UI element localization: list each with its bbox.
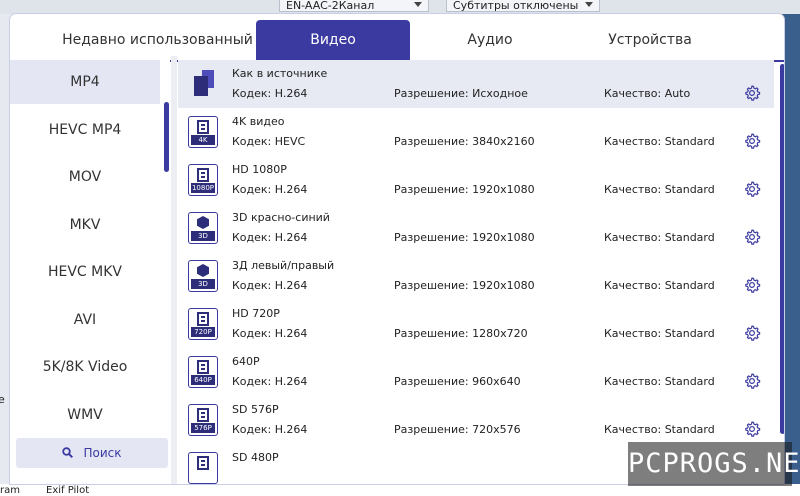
gear-icon[interactable] (743, 276, 761, 294)
chevron-down-icon (585, 2, 593, 7)
watermark: PCPROGS.NET (628, 442, 800, 486)
tab-video[interactable]: Видео (256, 20, 410, 60)
preset-row[interactable]: 4K 4K видео Кодек: HEVC Разрешение: 3840… (178, 108, 774, 156)
format-item-mp4[interactable]: MP4 (10, 60, 160, 104)
format-dialog: Недавно использованный Видео Аудио Устро… (10, 14, 784, 484)
gear-icon[interactable] (743, 228, 761, 246)
format-list: MP4 HEVC MP4 MOV MKV HEVC MKV AVI 5K/8K … (10, 56, 170, 484)
preset-row[interactable]: 3D 3Д левый/правый Кодек: H.264 Разрешен… (178, 252, 774, 300)
chevron-down-icon (414, 2, 422, 7)
background-toolbar: EN-AAC-2Канал Субтитры отключены (0, 0, 800, 14)
search-button[interactable]: Поиск (16, 438, 168, 468)
format-item-hevc-mp4[interactable]: HEVC MP4 (10, 108, 160, 152)
gear-icon[interactable] (743, 132, 761, 150)
cube-icon: 3D (188, 260, 218, 292)
preset-row[interactable]: 720P HD 720P Кодек: H.264 Разрешение: 12… (178, 300, 774, 348)
film-icon: 720P (188, 308, 218, 340)
preset-list-scrollbar[interactable] (780, 64, 784, 434)
film-icon: 4K (188, 116, 218, 148)
format-item-wmv[interactable]: WMV (10, 393, 160, 437)
format-item-mov[interactable]: MOV (10, 155, 160, 199)
preset-list: Как в источнике Кодек: H.264 Разрешение:… (178, 56, 774, 484)
taskbar-item[interactable]: ram (0, 485, 20, 496)
tab-devices[interactable]: Устройства (580, 20, 720, 60)
search-icon (62, 447, 74, 459)
format-list-scrollbar[interactable] (164, 102, 169, 172)
film-icon (188, 452, 218, 484)
preset-row[interactable]: 3D 3D красно-синий Кодек: H.264 Разрешен… (178, 204, 774, 252)
format-item-avi[interactable]: AVI (10, 298, 160, 342)
gear-icon[interactable] (743, 84, 761, 102)
film-icon: 1080P (188, 164, 218, 196)
taskbar-item[interactable]: Exif Pilot (46, 485, 89, 496)
gear-icon[interactable] (743, 420, 761, 438)
preset-row[interactable]: 576P SD 576P Кодек: H.264 Разрешение: 72… (178, 396, 774, 444)
preset-row[interactable]: Как в источнике Кодек: H.264 Разрешение:… (178, 60, 774, 108)
gear-icon[interactable] (743, 324, 761, 342)
cube-icon: 3D (188, 212, 218, 244)
film-icon: 640P (188, 356, 218, 388)
gear-icon[interactable] (743, 180, 761, 198)
tab-bar: Недавно использованный Видео Аудио Устро… (10, 20, 784, 62)
tab-recent[interactable]: Недавно использованный (60, 20, 255, 60)
film-icon: 576P (188, 404, 218, 436)
source-icon (188, 68, 218, 100)
tab-audio[interactable]: Аудио (430, 20, 550, 60)
preset-row[interactable]: 1080P HD 1080P Кодек: H.264 Разрешение: … (178, 156, 774, 204)
format-item-mkv[interactable]: MKV (10, 203, 160, 247)
gear-icon[interactable] (743, 372, 761, 390)
audio-track-select[interactable]: EN-AAC-2Канал (279, 0, 429, 12)
panel-divider (171, 56, 177, 484)
format-item-5k8k[interactable]: 5K/8K Video (10, 345, 160, 389)
subtitles-select[interactable]: Субтитры отключены (446, 0, 600, 12)
format-item-hevc-mkv[interactable]: HEVC MKV (10, 250, 160, 294)
preset-row[interactable]: 640P 640P Кодек: H.264 Разрешение: 960x6… (178, 348, 774, 396)
